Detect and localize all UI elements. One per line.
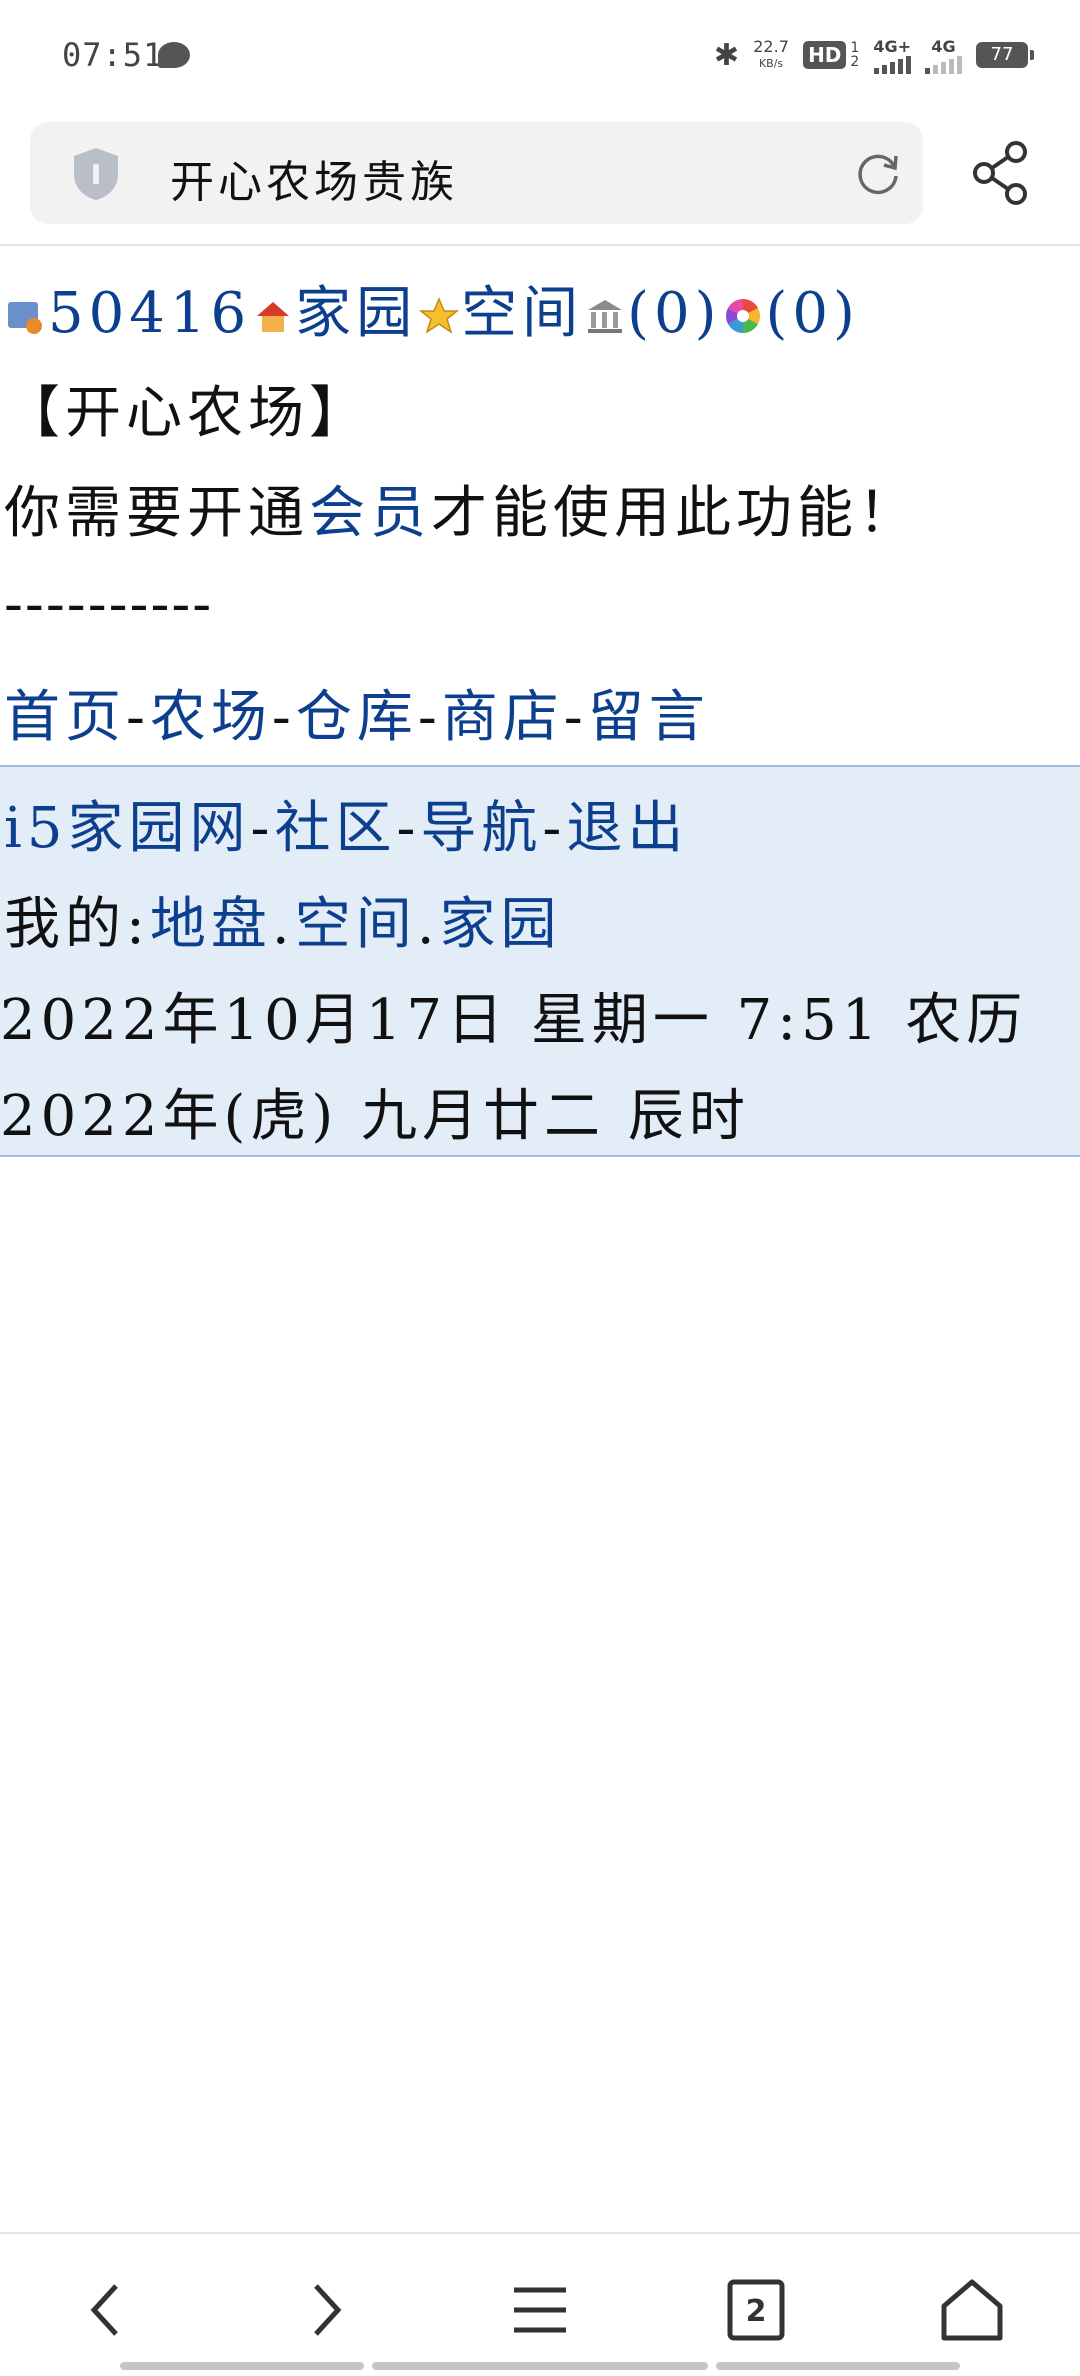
hd-text: HD	[808, 43, 842, 67]
tabs-icon[interactable]: 2	[720, 2274, 792, 2346]
logout-link[interactable]: 退出	[566, 796, 688, 861]
menu-icon[interactable]	[504, 2274, 576, 2346]
mine-space-link[interactable]: 空间	[295, 892, 417, 957]
signal-bars-icon	[873, 55, 911, 74]
hd-sim: 1 2	[850, 41, 859, 69]
share-icon[interactable]	[970, 140, 1032, 206]
notice-pre: 你需要开通	[4, 481, 309, 546]
hd-sub-2: 2	[850, 54, 860, 70]
color-wheel-icon	[726, 299, 761, 333]
status-time: 07:51	[62, 36, 164, 74]
mine-sep: .	[416, 892, 440, 957]
network-speed: 22.7 KB/s	[753, 38, 789, 72]
nav-shop-link[interactable]: 商店	[442, 685, 564, 750]
nav-sep: -	[250, 796, 275, 861]
nav-sep: -	[271, 685, 296, 750]
tab-count: 2	[746, 2294, 767, 2329]
vip-link[interactable]: 会员	[309, 481, 431, 546]
status-indicators: ✱ 22.7 KB/s HD 1 2 4G+ 4G 77	[713, 30, 1034, 80]
nav-warehouse-link[interactable]: 仓库	[296, 685, 418, 750]
back-icon[interactable]	[72, 2274, 144, 2346]
footer-site-links: i5家园网-社区-导航-退出	[4, 783, 688, 864]
bluetooth-icon: ✱	[713, 37, 740, 73]
house-icon	[257, 302, 290, 332]
mine-home-link[interactable]: 家园	[440, 892, 562, 957]
star-icon	[419, 297, 460, 334]
net-label-2: 4G	[931, 36, 956, 56]
site-home-link[interactable]: i5家园网	[4, 796, 251, 861]
separator: ----------	[4, 572, 214, 637]
nav-sep: -	[126, 685, 150, 750]
date-line-1: 2022年10月17日 星期一 7:51 农历	[0, 988, 1028, 1053]
mine-territory-link[interactable]: 地盘	[150, 892, 272, 957]
net-label-1: 4G+	[873, 36, 911, 56]
reload-icon[interactable]	[853, 148, 903, 198]
message-icon	[158, 42, 190, 68]
mine-label: 我的:	[4, 892, 150, 957]
nav-home-link[interactable]: 首页	[4, 685, 126, 750]
gesture-bar-right[interactable]	[716, 2362, 960, 2370]
home-link[interactable]: 家园	[295, 281, 417, 346]
battery-icon: 77	[976, 42, 1034, 68]
footer-mine: 我的:地盘.空间.家园	[4, 879, 562, 960]
user-card-icon	[8, 302, 42, 334]
community-link[interactable]: 社区	[274, 796, 396, 861]
notice-post: 才能使用此功能！	[431, 481, 919, 546]
wheel-count-link[interactable]: (0)	[765, 281, 859, 346]
page-heading: 【开心农场】	[4, 381, 370, 446]
address-bar[interactable]: 开心农场贵族	[30, 122, 923, 224]
signal-bars-weak-icon	[925, 55, 962, 74]
bank-icon	[588, 300, 623, 333]
home-icon[interactable]	[936, 2274, 1008, 2346]
nav-sep: -	[542, 796, 567, 861]
forward-icon[interactable]	[288, 2274, 360, 2346]
nav-sep: -	[563, 685, 588, 750]
site-nav: 首页-农场-仓库-商店-留言	[4, 672, 710, 753]
gesture-bar-left[interactable]	[120, 2362, 364, 2370]
battery-level: 77	[990, 44, 1014, 65]
hd-badge: HD	[803, 41, 847, 69]
hd-sub-1: 1	[850, 40, 860, 56]
notice-line: 你需要开通会员才能使用此功能！	[4, 468, 919, 549]
date-line-2: 2022年(虎) 九月廿二 辰时	[0, 1084, 750, 1149]
nav-sep: -	[396, 796, 421, 861]
gesture-bar-center[interactable]	[372, 2362, 708, 2370]
bottom-nav: 2	[0, 2234, 1080, 2376]
shield-icon[interactable]	[70, 146, 122, 202]
guide-link[interactable]: 导航	[420, 796, 542, 861]
footer-box: i5家园网-社区-导航-退出 我的:地盘.空间.家园 2022年10月17日 星…	[0, 765, 1080, 1157]
user-id-link[interactable]: 50416	[48, 281, 251, 346]
status-bar: 07:51 ✱ 22.7 KB/s HD 1 2 4G+ 4G 77	[0, 0, 1080, 115]
nav-message-link[interactable]: 留言	[588, 685, 710, 750]
address-divider	[0, 244, 1080, 246]
bank-count-link[interactable]: (0)	[627, 281, 721, 346]
nav-sep: -	[417, 685, 442, 750]
user-bar: 50416 家园 空间 (0) (0)	[4, 268, 860, 349]
space-link[interactable]: 空间	[461, 281, 583, 346]
page-title[interactable]: 开心农场贵族	[170, 146, 458, 210]
mine-sep: .	[271, 892, 295, 957]
signal-4g-plus: 4G+	[873, 37, 911, 74]
speed-unit: KB/s	[758, 57, 784, 70]
signal-4g: 4G	[925, 37, 962, 74]
nav-farm-link[interactable]: 农场	[150, 685, 272, 750]
speed-value: 22.7	[753, 37, 789, 56]
